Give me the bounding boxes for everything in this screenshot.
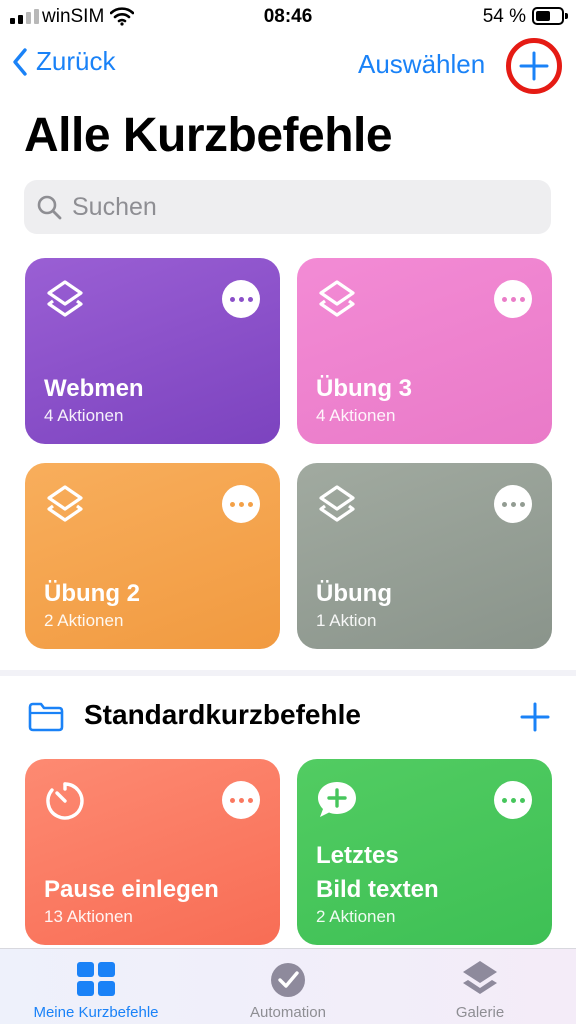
tab-meine-kurzbefehle[interactable]: Meine Kurzbefehle — [0, 959, 192, 1021]
shortcut-title: Übung — [316, 580, 392, 607]
layers-icon — [319, 485, 355, 522]
grid-icon — [77, 962, 115, 996]
section-header: Standardkurzbefehle — [28, 696, 550, 740]
shortcut-card-uebung-3[interactable]: Übung 3 4 Aktionen — [297, 258, 552, 444]
shortcut-action-count: 13 Aktionen — [44, 907, 133, 926]
add-to-folder-plus-icon[interactable] — [520, 702, 550, 732]
more-options-button[interactable] — [494, 485, 532, 523]
shortcut-title: Pause einlegen — [44, 876, 219, 903]
battery-percentage: 54 % — [482, 6, 526, 27]
shortcut-card-webmen[interactable]: Webmen 4 Aktionen — [25, 258, 280, 444]
timer-icon — [46, 782, 84, 820]
folder-icon — [28, 702, 64, 732]
more-options-button[interactable] — [222, 485, 260, 523]
shortcut-title-line-1: Letztes — [316, 842, 399, 869]
clock-check-icon — [271, 963, 305, 997]
more-options-button[interactable] — [222, 280, 260, 318]
tab-label: Automation — [250, 1004, 326, 1021]
search-bar[interactable] — [24, 180, 551, 234]
shortcut-card-letztes-bild-texten[interactable]: Letztes Bild texten 2 Aktionen — [297, 759, 552, 945]
shortcut-action-count: 1 Aktion — [316, 611, 377, 630]
select-button[interactable]: Auswählen — [358, 49, 485, 80]
tab-automation[interactable]: Automation — [192, 959, 384, 1021]
shortcut-title-line-2: Bild texten — [316, 876, 439, 903]
shortcut-card-uebung[interactable]: Übung 1 Aktion — [297, 463, 552, 649]
layers-icon — [463, 961, 497, 994]
message-plus-icon — [318, 782, 356, 817]
search-input[interactable] — [72, 192, 512, 222]
layers-icon — [47, 280, 83, 317]
section-title: Standardkurzbefehle — [84, 699, 361, 730]
shortcut-title: Webmen — [44, 375, 144, 402]
layers-icon — [319, 280, 355, 317]
plus-icon — [519, 51, 549, 81]
more-options-button[interactable] — [494, 280, 532, 318]
tab-galerie[interactable]: Galerie — [384, 959, 576, 1021]
shortcut-action-count: 4 Aktionen — [316, 406, 396, 425]
add-shortcut-button[interactable] — [506, 38, 562, 94]
search-icon — [37, 195, 62, 220]
layers-icon — [47, 485, 83, 522]
back-label: Zurück — [36, 46, 116, 76]
page-title: Alle Kurzbefehle — [24, 109, 393, 162]
shortcut-action-count: 4 Aktionen — [44, 406, 124, 425]
back-button[interactable]: Zurück — [12, 46, 115, 77]
shortcut-action-count: 2 Aktionen — [316, 907, 396, 926]
section-divider — [0, 670, 576, 676]
shortcut-action-count: 2 Aktionen — [44, 611, 124, 630]
tab-bar: Meine Kurzbefehle Automation Galerie — [0, 948, 576, 1024]
battery-icon — [532, 7, 568, 25]
shortcut-card-pause-einlegen[interactable]: Pause einlegen 13 Aktionen — [25, 759, 280, 945]
shortcut-title: Übung 3 — [316, 375, 412, 402]
chevron-left-icon — [13, 47, 27, 76]
tab-label: Meine Kurzbefehle — [33, 1004, 159, 1021]
shortcut-title: Übung 2 — [44, 580, 140, 607]
status-bar: winSIM 08:46 54 % — [0, 0, 576, 34]
tab-label: Galerie — [455, 1004, 505, 1021]
more-options-button[interactable] — [222, 781, 260, 819]
more-options-button[interactable] — [494, 781, 532, 819]
shortcut-card-uebung-2[interactable]: Übung 2 2 Aktionen — [25, 463, 280, 649]
